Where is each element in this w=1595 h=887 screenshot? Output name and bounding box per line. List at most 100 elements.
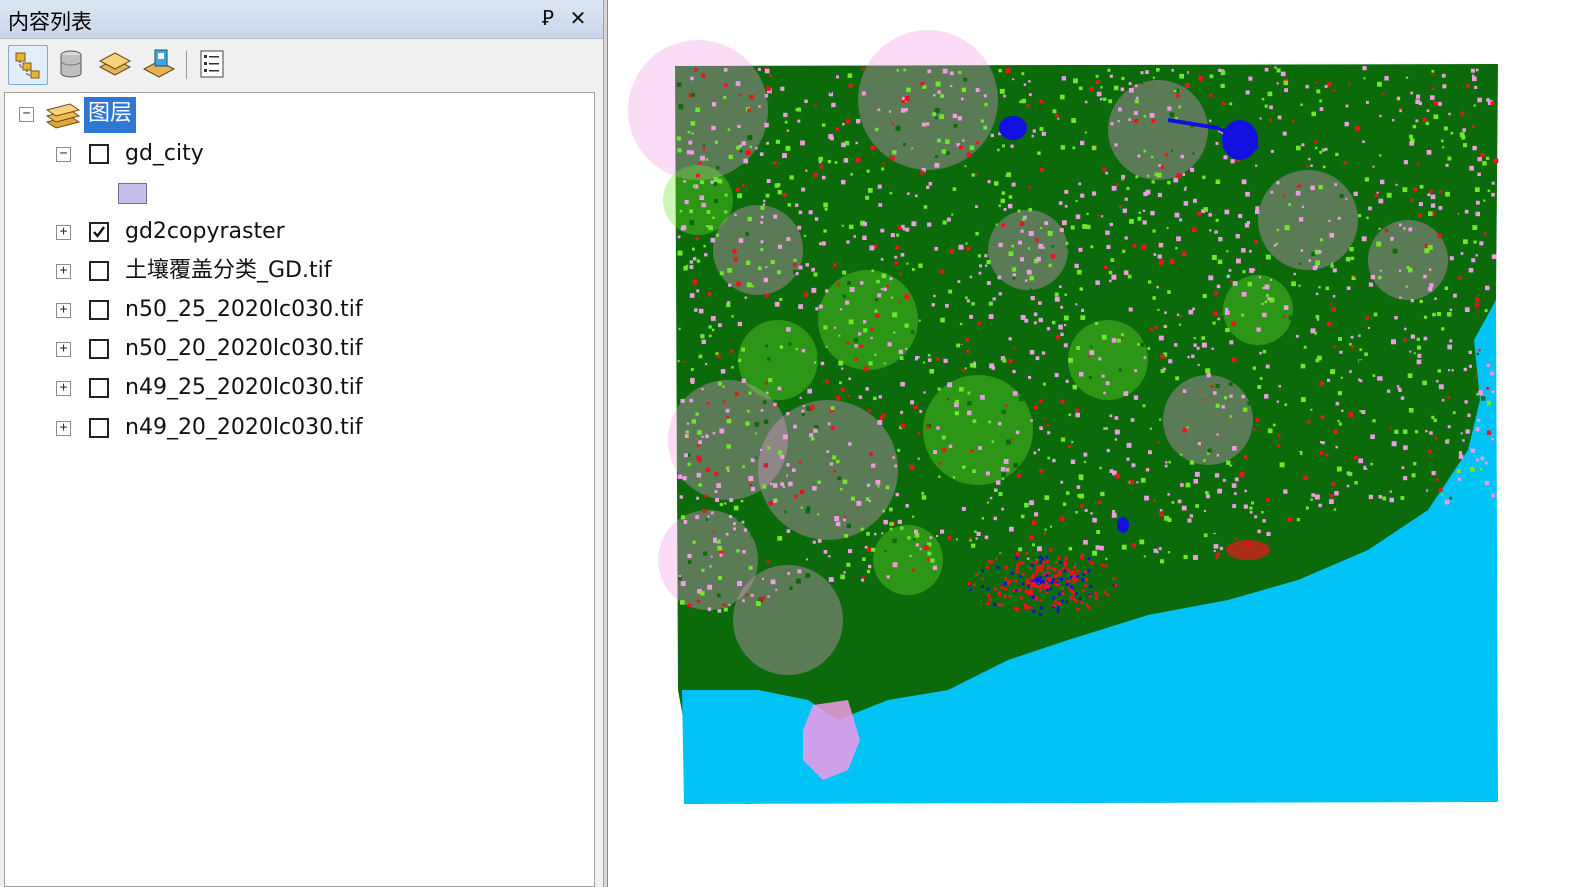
land-cover-pixel <box>677 360 680 363</box>
toc-title-bar[interactable]: 内容列表 Ꝑ ✕ <box>0 0 603 39</box>
land-cover-pixel <box>1008 337 1012 341</box>
layer-name-label[interactable]: 土壤覆盖分类_GD.tif <box>125 257 331 285</box>
layer-name-label[interactable]: n49_20_2020lc030.tif <box>125 414 363 442</box>
land-cover-pixel <box>833 129 837 133</box>
layer-expander[interactable]: + <box>56 303 71 318</box>
land-cover-pixel <box>1303 345 1307 349</box>
land-cover-pixel <box>1372 374 1376 377</box>
list-by-visibility-button[interactable] <box>96 45 136 85</box>
layer-expander[interactable]: + <box>56 342 71 357</box>
land-cover-pixel <box>1403 476 1408 481</box>
land-cover-pixel <box>1215 142 1219 145</box>
land-cover-pixel <box>1202 289 1207 294</box>
land-cover-pixel <box>764 94 769 98</box>
layer-visibility-checkbox[interactable] <box>89 261 109 281</box>
land-cover-pixel <box>949 304 954 309</box>
root-expander[interactable]: − <box>19 107 34 122</box>
layer-name-label[interactable]: n50_20_2020lc030.tif <box>125 335 363 363</box>
layer-visibility-checkbox[interactable] <box>89 378 109 398</box>
land-cover-pixel <box>712 530 715 533</box>
land-cover-pixel <box>838 360 844 366</box>
urban-pixel <box>968 587 972 591</box>
map-view[interactable] <box>608 0 1595 887</box>
land-cover-pixel <box>949 248 955 254</box>
land-cover-pixel <box>1015 430 1020 435</box>
toolbar-separator <box>186 51 187 79</box>
layer-name-label[interactable]: gd_city <box>125 140 204 168</box>
land-cover-pixel <box>1008 195 1013 199</box>
urban-pixel <box>1065 582 1069 586</box>
urban-pixel <box>1027 605 1031 609</box>
list-by-selection-button[interactable] <box>140 45 180 85</box>
pin-icon[interactable]: Ꝑ <box>536 5 560 31</box>
land-cover-pixel <box>1052 320 1056 325</box>
gd-city-legend-swatch[interactable] <box>118 183 147 204</box>
land-cover-pixel <box>768 378 773 383</box>
land-cover-pixel <box>1040 167 1044 172</box>
layer-name-label[interactable]: n49_25_2020lc030.tif <box>125 374 363 402</box>
land-cover-pixel <box>1429 283 1434 288</box>
land-cover-pixel <box>951 213 954 216</box>
land-cover-pixel <box>1274 66 1277 69</box>
land-cover-pixel <box>966 246 971 251</box>
urban-pixel <box>1045 555 1049 559</box>
layer-name-label[interactable]: gd2copyraster <box>125 218 285 246</box>
land-cover-pixel <box>1001 191 1006 195</box>
list-by-drawing-order-button[interactable] <box>8 45 48 85</box>
land-cover-pixel <box>1247 281 1252 287</box>
urban-pixel <box>1036 569 1040 573</box>
land-cover-pixel <box>1368 494 1373 500</box>
layers-icon <box>45 103 81 129</box>
layer-name-label[interactable]: n50_25_2020lc030.tif <box>125 296 363 324</box>
land-cover-pixel <box>854 358 858 361</box>
land-cover-pixel <box>1339 194 1344 198</box>
urban-pixel <box>1027 590 1031 594</box>
land-cover-pixel <box>836 253 840 256</box>
land-cover-pixel <box>1432 312 1436 317</box>
urban-pixel <box>1040 569 1044 573</box>
land-cover-pixel <box>1330 415 1336 420</box>
land-cover-pixel <box>1283 305 1289 310</box>
layer-expander[interactable]: + <box>56 381 71 396</box>
land-cover-pixel <box>1167 106 1172 111</box>
land-cover-pixel <box>799 396 802 399</box>
layer-visibility-checkbox[interactable] <box>89 300 109 320</box>
land-cover-pixel <box>1089 87 1094 92</box>
layer-visibility-checkbox[interactable] <box>89 339 109 359</box>
land-cover-pixel <box>1184 83 1190 89</box>
root-layer-label[interactable]: 图层 <box>84 97 137 133</box>
land-cover-pixel <box>755 147 758 150</box>
layer-visibility-checkbox[interactable] <box>89 418 109 438</box>
land-cover-pixel <box>1217 259 1223 265</box>
land-cover-pixel <box>798 304 803 309</box>
land-cover-pixel <box>841 224 844 227</box>
land-cover-pixel <box>1219 238 1222 241</box>
land-cover-pixel <box>696 259 701 263</box>
land-cover-pixel <box>1189 460 1195 465</box>
layer-expander[interactable]: + <box>56 264 71 279</box>
close-icon[interactable]: ✕ <box>566 5 590 31</box>
list-by-source-button[interactable] <box>52 45 92 85</box>
land-cover-pixel <box>904 108 908 112</box>
urban-pixel <box>1042 560 1046 564</box>
land-cover-pixel <box>1071 441 1074 444</box>
land-cover-pixel <box>1475 187 1480 192</box>
land-cover-pixel <box>836 282 840 286</box>
land-cover-pixel <box>846 119 851 124</box>
land-cover-pixel <box>927 551 932 556</box>
layer-visibility-checkbox[interactable] <box>89 222 109 242</box>
land-cover-pixel <box>948 444 953 449</box>
land-cover-pixel <box>1037 448 1040 451</box>
layer-visibility-checkbox[interactable] <box>89 144 109 164</box>
land-cover-pixel <box>823 550 828 554</box>
land-cover-pixel <box>1219 546 1223 550</box>
land-cover-pixel <box>904 96 910 101</box>
land-cover-pixel <box>1254 240 1258 244</box>
layer-expander[interactable]: + <box>56 421 71 436</box>
land-cover-pixel <box>1438 228 1443 233</box>
layer-expander[interactable]: + <box>56 225 71 240</box>
urban-pixel <box>1039 606 1043 610</box>
land-cover-pixel <box>900 526 904 530</box>
layer-expander[interactable]: − <box>56 147 71 162</box>
toc-options-button[interactable] <box>193 45 233 85</box>
